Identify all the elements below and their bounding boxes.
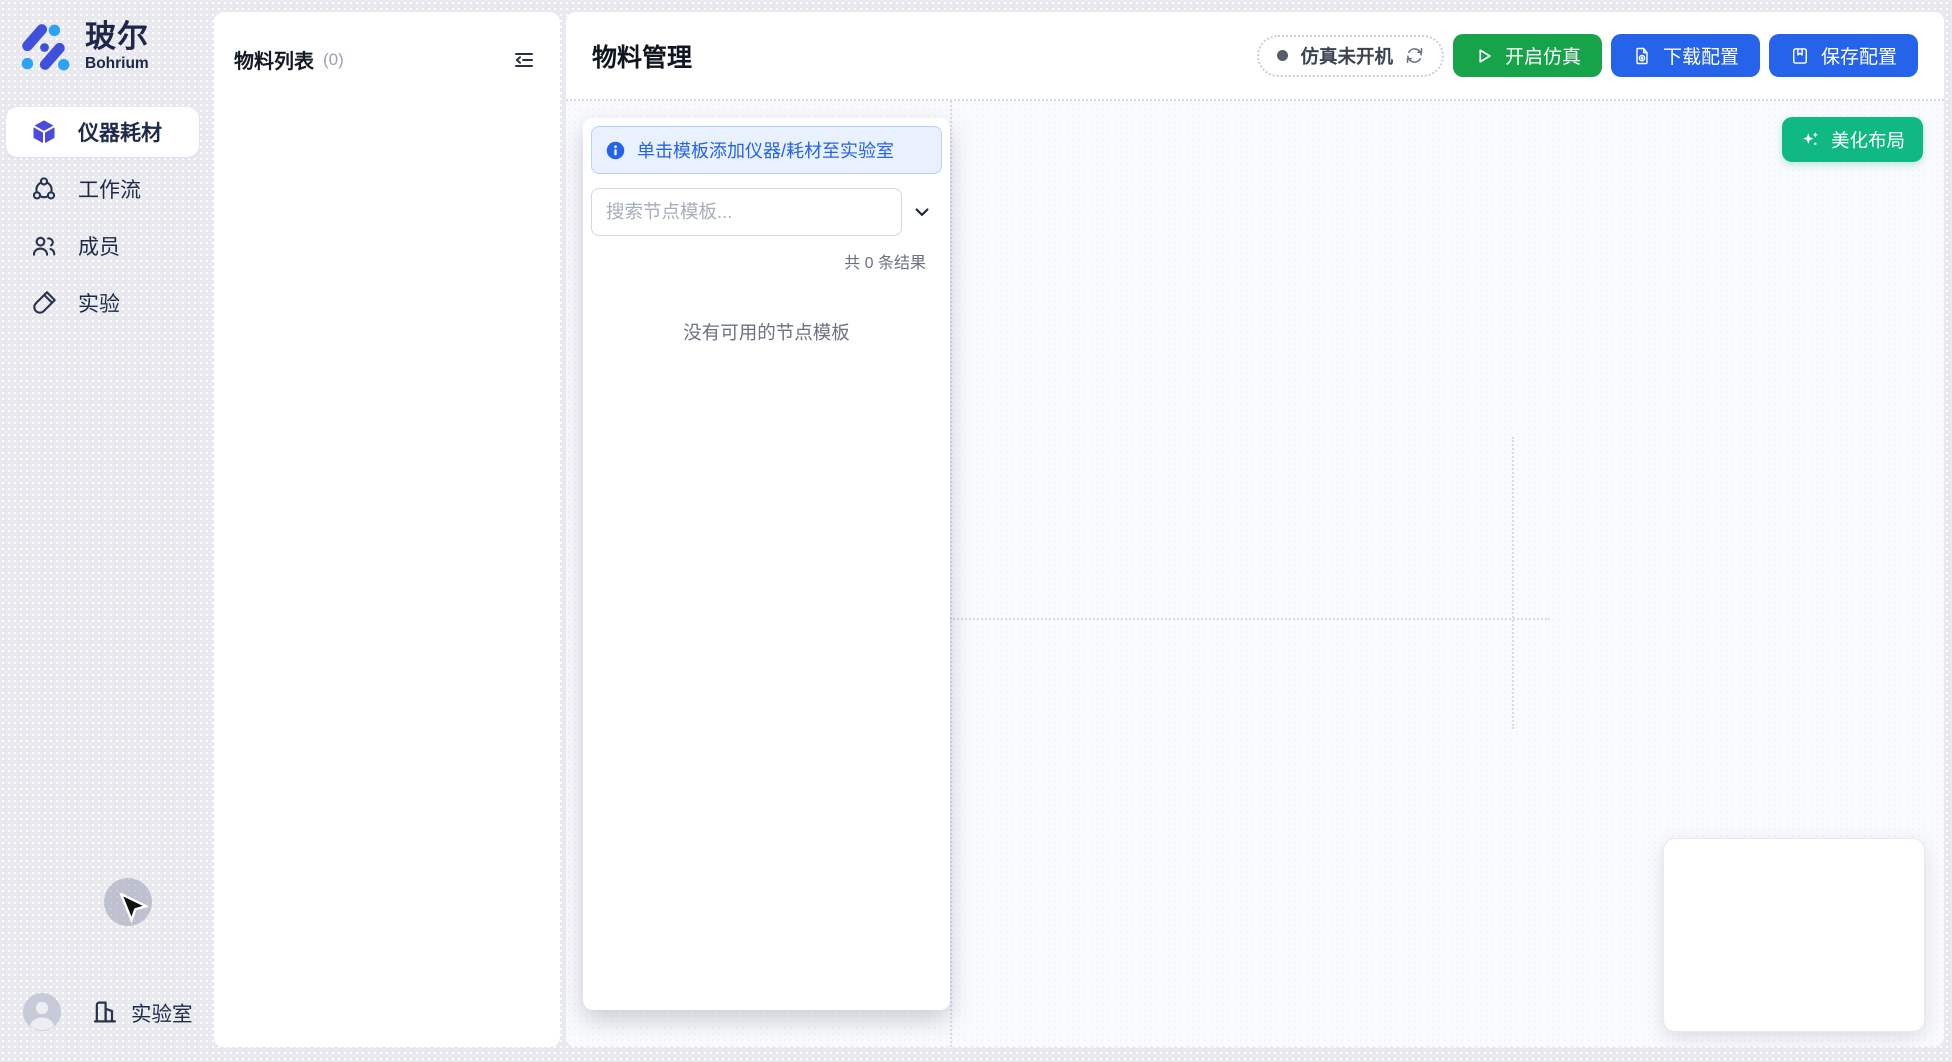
collapse-panel-icon[interactable]: [510, 46, 538, 74]
material-management-panel: 物料管理 仿真未开机 开启仿真: [566, 12, 1944, 1047]
canvas-guide-vertical: [1512, 437, 1514, 729]
status-dot-icon: [1277, 50, 1288, 61]
experiment-icon: [30, 289, 58, 317]
sidebar-item-experiments[interactable]: 实验: [6, 278, 199, 328]
material-list-title: 物料列表: [234, 45, 314, 74]
lab-switcher[interactable]: 实验室: [91, 997, 193, 1027]
file-download-icon: [1632, 46, 1652, 66]
sidebar-nav: 仪器耗材 工作流 成员: [6, 107, 199, 335]
minimap-panel[interactable]: [1663, 838, 1925, 1032]
bohrium-logo-icon: [17, 20, 71, 74]
mouse-cursor: [118, 893, 148, 927]
simulation-status-pill[interactable]: 仿真未开机: [1257, 35, 1444, 77]
layout-canvas[interactable]: 单击模板添加仪器/耗材至实验室 共 0 条结果 没有可用的节点模板 美化布局: [566, 101, 1944, 1047]
lab-label: 实验室: [131, 997, 193, 1027]
start-simulation-button[interactable]: 开启仿真: [1453, 34, 1602, 77]
material-list-count: (0): [323, 50, 344, 70]
sidebar-item-workflow[interactable]: 工作流: [6, 164, 199, 214]
hint-banner: 单击模板添加仪器/耗材至实验室: [591, 126, 942, 174]
search-template-input[interactable]: [591, 188, 902, 236]
download-config-button[interactable]: 下载配置: [1611, 34, 1760, 77]
hint-banner-text: 单击模板添加仪器/耗材至实验室: [637, 137, 894, 163]
sidebar-item-label: 工作流: [78, 174, 141, 204]
sidebar-item-label: 实验: [78, 288, 120, 318]
avatar[interactable]: [23, 993, 61, 1031]
refresh-icon[interactable]: [1405, 46, 1424, 65]
save-icon: [1790, 46, 1810, 66]
material-list-panel: 物料列表 (0): [214, 12, 560, 1047]
canvas-guide-horizontal: [950, 618, 1550, 620]
brand-subtitle: Bohrium: [85, 55, 149, 73]
building-icon: [91, 998, 119, 1026]
empty-state-text: 没有可用的节点模板: [591, 319, 942, 345]
workflow-icon: [30, 175, 58, 203]
main-header: 物料管理 仿真未开机 开启仿真: [566, 12, 1944, 101]
cube-icon: [30, 118, 58, 146]
chevron-down-icon[interactable]: [902, 192, 942, 232]
brand-name: 玻尔: [85, 21, 149, 54]
result-count: 共 0 条结果: [591, 249, 942, 273]
canvas-guide-vertical: [950, 101, 952, 1047]
beautify-layout-button[interactable]: 美化布局: [1782, 117, 1923, 162]
save-config-button[interactable]: 保存配置: [1769, 34, 1918, 77]
info-icon: [605, 140, 626, 161]
members-icon: [30, 232, 58, 260]
sidebar-item-label: 仪器耗材: [78, 117, 162, 147]
sidebar-item-instruments[interactable]: 仪器耗材: [6, 107, 199, 157]
play-icon: [1474, 46, 1494, 66]
sidebar-item-label: 成员: [78, 231, 120, 261]
page-title: 物料管理: [592, 38, 692, 74]
sparkles-icon: [1800, 129, 1821, 150]
template-tool-panel: 单击模板添加仪器/耗材至实验室 共 0 条结果 没有可用的节点模板: [583, 118, 950, 1010]
brand-logo: 玻尔 Bohrium: [17, 20, 149, 74]
simulation-status-text: 仿真未开机: [1300, 43, 1393, 69]
sidebar-item-members[interactable]: 成员: [6, 221, 199, 271]
